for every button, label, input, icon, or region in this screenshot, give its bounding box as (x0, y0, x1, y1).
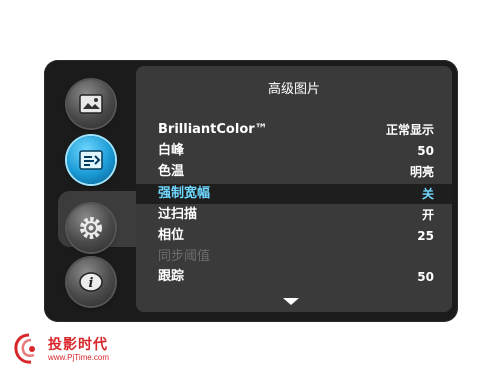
row-value: 明亮 (409, 165, 434, 179)
row-value: 关 (421, 187, 434, 201)
advanced-picture-panel: 高级图片 BrilliantColor™ 正常显示 白峰 50 色温 明亮 强制… (136, 66, 452, 312)
menu-row-white-peak[interactable]: 白峰 50 (136, 141, 452, 161)
picture-icon[interactable] (67, 80, 115, 128)
watermark: 投影时代 www.PjTime.com (8, 330, 138, 370)
row-value: 正常显示 (385, 123, 434, 137)
row-label: BrilliantColor™ (158, 122, 268, 137)
scroll-down-arrow-icon[interactable] (283, 298, 299, 305)
row-label: 色温 (158, 164, 185, 179)
panel-title: 高级图片 (267, 82, 320, 97)
menu-row-sync-threshold: 同步阈值 (136, 247, 452, 267)
row-label: 过扫描 (158, 207, 198, 222)
row-value: 25 (417, 229, 434, 243)
row-label: 同步阈值 (158, 249, 211, 264)
swirl-logo-icon (14, 333, 35, 364)
menu-row-color-temp[interactable]: 色温 明亮 (136, 162, 452, 182)
menu-row-force-widescreen[interactable]: 强制宽幅 关 (136, 184, 452, 204)
menu-row-overscan[interactable]: 过扫描 开 (136, 205, 452, 225)
row-value: 50 (417, 144, 434, 158)
advanced-picture-icon[interactable] (67, 136, 115, 184)
row-label: 相位 (158, 228, 185, 243)
menu-row-phase[interactable]: 相位 25 (136, 226, 452, 246)
watermark-brand: 投影时代 (48, 337, 108, 353)
info-icon[interactable]: i (67, 258, 115, 306)
settings-gear-icon[interactable] (67, 204, 115, 252)
row-value: 50 (417, 270, 434, 284)
row-label: 白峰 (158, 143, 185, 158)
watermark-url: www.PjTime.com (48, 353, 110, 362)
row-value: 开 (421, 208, 434, 222)
row-label: 跟踪 (158, 269, 185, 284)
menu-row-brilliantcolor[interactable]: BrilliantColor™ 正常显示 (136, 120, 452, 140)
menu-row-tracking[interactable]: 跟踪 50 (136, 267, 452, 287)
svg-text:i: i (89, 276, 94, 291)
row-label: 强制宽幅 (158, 186, 211, 201)
